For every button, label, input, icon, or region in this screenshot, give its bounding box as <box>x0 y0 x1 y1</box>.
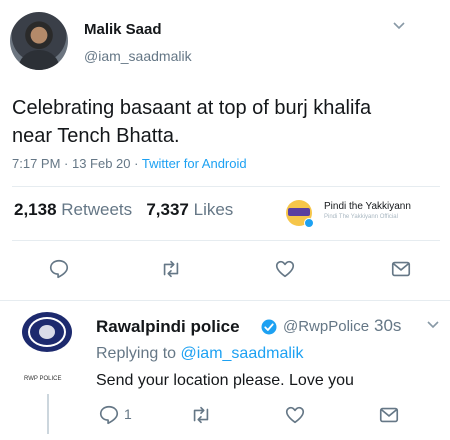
verified-badge-icon <box>260 318 278 336</box>
reply-icon[interactable] <box>98 404 120 431</box>
likes-count: 7,337 <box>146 200 189 219</box>
tweet-timestamp[interactable]: 7:17 PM · 13 Feb 20 · <box>12 156 142 171</box>
retweet-icon[interactable] <box>190 404 212 431</box>
divider <box>0 300 450 301</box>
heart-icon[interactable] <box>274 258 296 285</box>
liker-name[interactable]: Pindi the Yakkiyann <box>324 201 411 212</box>
reply-author-handle[interactable]: @RwpPolice <box>283 318 369 335</box>
add-badge-icon <box>304 218 314 228</box>
reply-timestamp[interactable]: 30s <box>374 316 401 336</box>
retweets-link[interactable]: 2,138 Retweets <box>14 200 132 219</box>
chevron-down-icon[interactable] <box>426 318 440 333</box>
share-envelope-icon[interactable] <box>378 404 400 431</box>
reply-count: 1 <box>124 406 132 422</box>
engagement-stats: 2,138 Retweets 7,337 Likes <box>14 200 233 220</box>
avatar-caption: RWP POLICE <box>24 376 62 382</box>
likes-label: Likes <box>193 200 234 219</box>
tweet-text: Celebrating basaant at top of burj khali… <box>12 97 372 147</box>
likes-link[interactable]: 7,337 Likes <box>146 200 233 219</box>
retweets-count: 2,138 <box>14 200 57 219</box>
reply-author-avatar[interactable] <box>22 312 72 352</box>
author-name[interactable]: Malik Saad <box>84 21 162 38</box>
share-envelope-icon[interactable] <box>390 258 412 285</box>
divider <box>12 186 440 187</box>
replying-to: Replying to @iam_saadmalik <box>96 345 303 363</box>
reply-icon[interactable] <box>48 258 70 285</box>
divider <box>12 240 440 241</box>
replying-mention[interactable]: @iam_saadmalik <box>181 345 304 362</box>
tweet-meta: 7:17 PM · 13 Feb 20 · Twitter for Androi… <box>12 156 247 171</box>
thread-line <box>47 394 49 434</box>
tweet-source[interactable]: Twitter for Android <box>142 156 247 171</box>
retweets-label: Retweets <box>61 200 133 219</box>
heart-icon[interactable] <box>284 404 306 431</box>
reply-author-name[interactable]: Rawalpindi police <box>96 317 240 337</box>
chevron-down-icon[interactable] <box>392 18 406 34</box>
replying-prefix: Replying to <box>96 345 181 362</box>
author-avatar[interactable] <box>10 12 68 70</box>
liker-subtitle: Pindi The Yakkiyann Official <box>324 214 398 220</box>
reply-text: Send your location please. Love you <box>96 372 354 389</box>
author-handle[interactable]: @iam_saadmalik <box>84 48 192 64</box>
retweet-icon[interactable] <box>160 258 182 285</box>
